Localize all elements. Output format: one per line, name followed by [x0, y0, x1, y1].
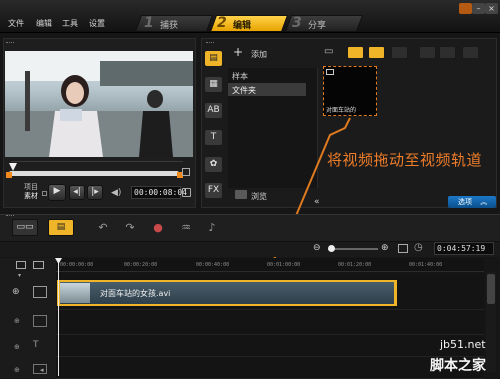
record-capture-icon[interactable]: ●: [151, 221, 165, 234]
clip-thumbnail: [60, 283, 90, 303]
scroll-left-icon[interactable]: ◂: [40, 366, 44, 374]
track-header-column: [0, 258, 56, 378]
zoom-in-icon[interactable]: ⊕: [381, 243, 389, 253]
playhead[interactable]: [58, 260, 59, 376]
add-track-icon[interactable]: [33, 261, 44, 269]
video-track-link-icon[interactable]: ⊕: [12, 287, 20, 297]
zoom-out-icon[interactable]: ⊖: [313, 243, 321, 253]
voice-track-lane[interactable]: [56, 357, 484, 379]
scrollbar-thumb[interactable]: [487, 274, 495, 304]
ruler-tick: 00:00:20:00: [124, 262, 158, 268]
title-track-icon: T: [33, 340, 39, 350]
auto-music-icon[interactable]: ♪: [205, 221, 219, 234]
zoom-row: [0, 242, 500, 257]
clip-name: 对面车站的女孩.avi: [100, 289, 171, 298]
storyboard-view-button[interactable]: ▭▭: [12, 219, 38, 236]
ruler-tick: 00:01:20:00: [338, 262, 372, 268]
ruler-tick: 00:01:00:00: [267, 262, 301, 268]
watermark-site: jb51.net: [440, 338, 486, 351]
title-track-link-icon[interactable]: ⊕: [14, 343, 20, 351]
panel-grip-icon: [6, 215, 14, 218]
chevron-down-icon[interactable]: ▾: [18, 272, 21, 279]
sound-mixer-icon[interactable]: ♒: [179, 221, 193, 234]
timeline-toolbar: [0, 214, 500, 242]
zoom-slider[interactable]: [328, 248, 378, 250]
ruler-tick: 00:00:40:00: [196, 262, 230, 268]
overlay-track-lane[interactable]: [56, 310, 484, 335]
fit-project-icon[interactable]: [398, 244, 408, 253]
timeline-view-button[interactable]: ▤: [48, 219, 74, 236]
track-manager-icon[interactable]: [16, 261, 26, 269]
overlay-track-link-icon[interactable]: ⊕: [14, 317, 20, 325]
timeline-timecode[interactable]: 0:04:57:19: [434, 242, 494, 255]
ruler-tick: 00:00:00:00: [60, 262, 94, 268]
video-track-icon: [33, 286, 47, 298]
redo-icon[interactable]: ↷: [123, 221, 137, 234]
zoom-slider-handle[interactable]: [328, 245, 335, 252]
undo-icon[interactable]: ↶: [96, 221, 110, 234]
voice-track-link-icon[interactable]: ⊕: [14, 366, 20, 374]
overlay-track-icon: [33, 315, 47, 327]
ruler-tick: 00:01:40:00: [409, 262, 443, 268]
timeline-scrollbar[interactable]: [486, 272, 496, 372]
clock-icon: ◷: [414, 242, 423, 253]
title-track-lane[interactable]: [56, 335, 484, 357]
watermark-name: 脚本之家: [430, 358, 486, 374]
